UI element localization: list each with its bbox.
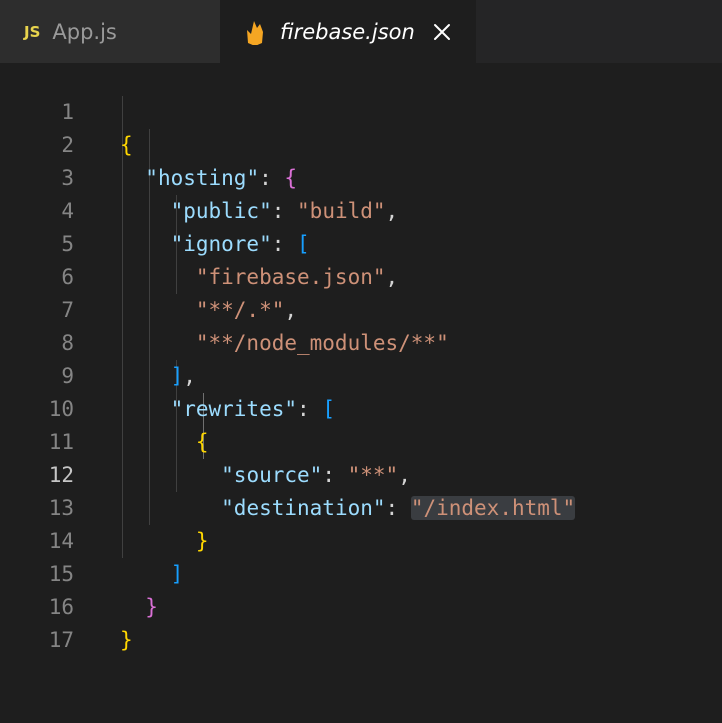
code-line: 9 "rewrites": [ — [0, 327, 722, 421]
code-line: 7 "**/node_modules/**" — [0, 261, 722, 355]
code-line: 11 "source": "**", — [0, 393, 722, 487]
code-line: 3 "public": "build", — [0, 129, 722, 223]
firebase-flame-icon — [247, 20, 263, 45]
code-line: 8 ], — [0, 294, 722, 388]
code-line: 2 "hosting": { — [0, 96, 722, 190]
code-line: 1 { — [0, 63, 722, 157]
code-line: 13 } — [0, 459, 722, 553]
tab-label: App.js — [52, 19, 117, 44]
code-line: 10 { — [0, 360, 722, 454]
tab-app-js[interactable]: JS App.js — [0, 0, 220, 63]
tab-firebase-json[interactable]: firebase.json — [220, 0, 476, 63]
editor-tab-bar: JS App.js firebase.json — [0, 0, 722, 63]
code-line: 15 } — [0, 525, 722, 619]
code-line-active: 12 "destination": "/index.html" — [0, 426, 722, 520]
code-line: 17 — [0, 591, 722, 652]
code-line: 14 ] — [0, 492, 722, 586]
code-line: 16 } — [0, 558, 722, 652]
tab-label: firebase.json — [280, 19, 415, 44]
line-number: 17 — [48, 628, 74, 652]
close-icon[interactable] — [433, 23, 451, 41]
code-line: 6 "**/.*", — [0, 228, 722, 322]
code-line: 5 "firebase.json", — [0, 195, 722, 289]
code-line: 4 "ignore": [ — [0, 162, 722, 256]
js-icon: JS — [24, 22, 41, 41]
code-editor[interactable]: 1 { 2 "hosting": { 3 "public": "build", … — [0, 63, 722, 652]
